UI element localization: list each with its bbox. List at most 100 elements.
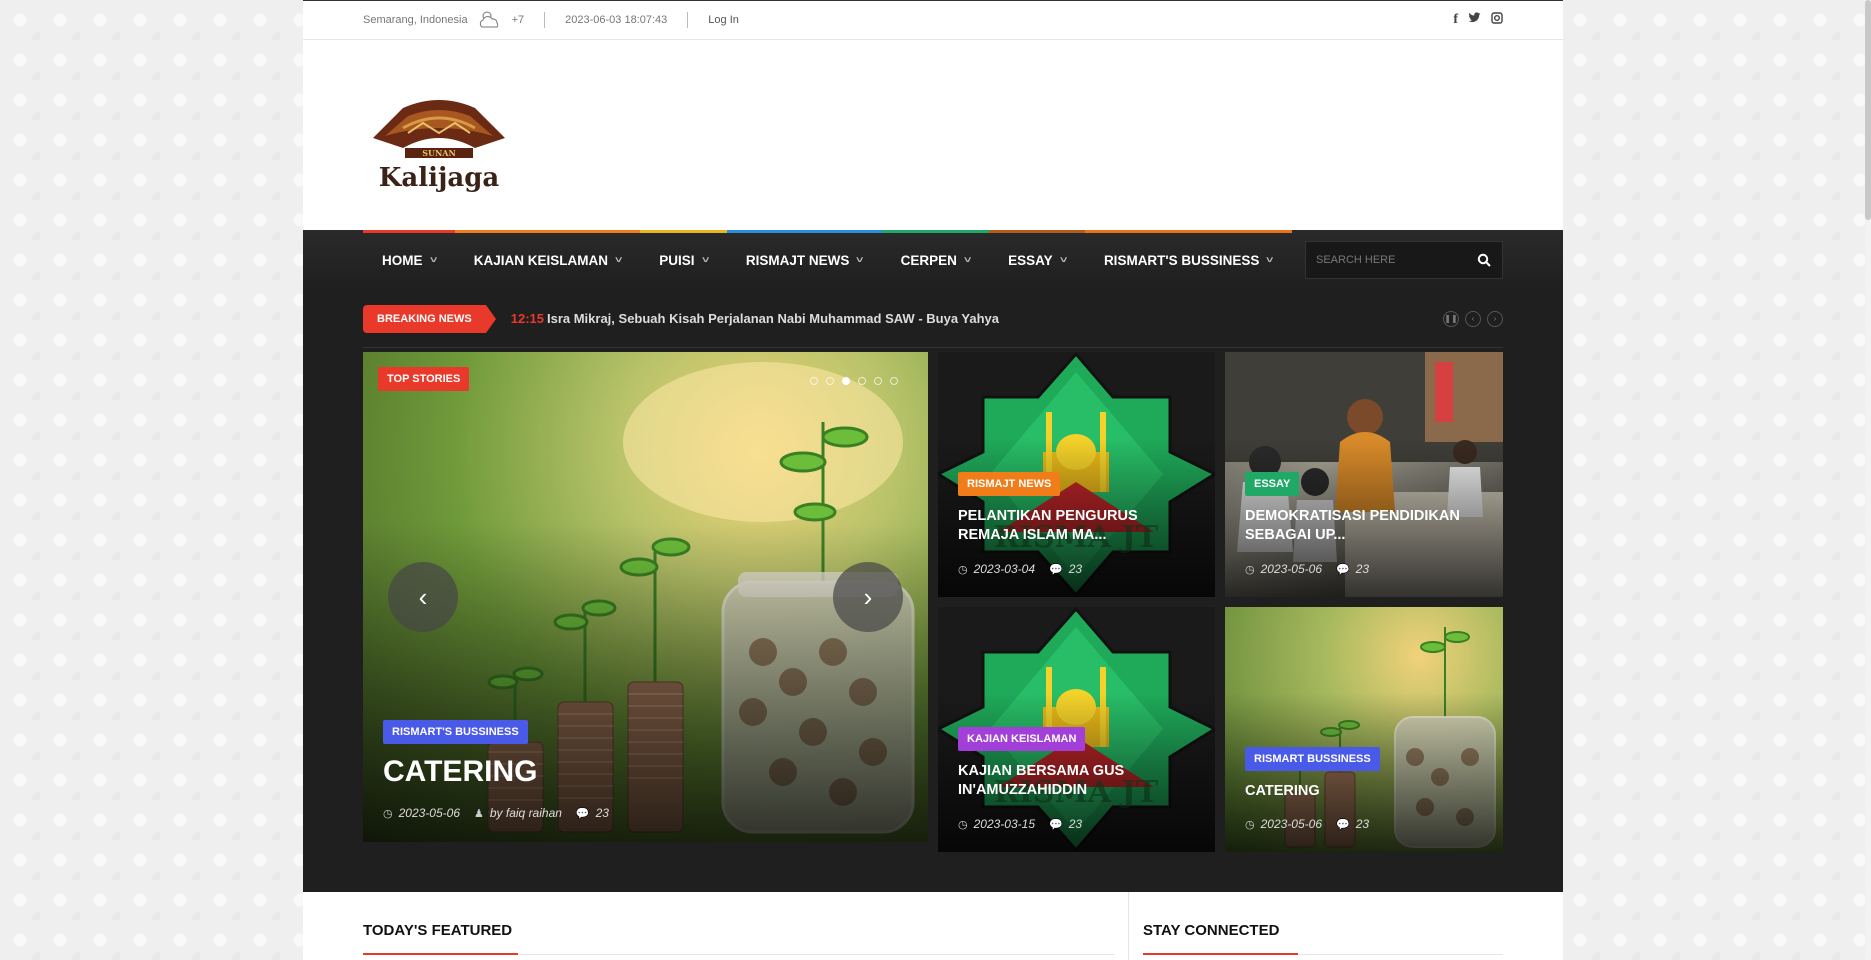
comments-icon: 💬	[1049, 818, 1063, 831]
search-icon[interactable]	[1477, 253, 1491, 267]
nav-item-label: RISMAJT NEWS	[745, 252, 850, 268]
top-stories-badge: TOP STORIES	[378, 367, 470, 391]
nav-item-kajian-keislaman[interactable]: KAJIAN KEISLAMAN ˅	[454, 230, 641, 290]
card-date: 2023-05-06	[1260, 562, 1322, 576]
instagram-icon[interactable]	[1491, 12, 1503, 24]
slider-title[interactable]: CATERING	[383, 752, 537, 791]
chevron-down-icon: ˅	[856, 255, 864, 265]
dark-section: HOME ˅ KAJIAN KEISLAMAN ˅ PUISI ˅ RISMAJT NEWS…	[303, 230, 1563, 892]
slider-dots	[810, 377, 898, 385]
slider-dot[interactable]	[874, 377, 882, 385]
logo-text: Kalijaga	[379, 163, 500, 193]
nav-item-cerpen[interactable]: CERPEN ˅	[881, 230, 990, 290]
login-link[interactable]: Log In	[708, 14, 739, 26]
chevron-down-icon: ˅	[701, 255, 709, 265]
news-card[interactable]: ESSAY DEMOKRATISASI PENDIDIKAN SEBAGAI U…	[1225, 352, 1503, 597]
clock-icon: ◷	[383, 807, 393, 820]
nav-item-rismajt-news[interactable]: RISMAJT NEWS ˅	[726, 230, 882, 290]
nav-item-label: PUISI	[659, 252, 695, 268]
stay-connected-heading: STAY CONNECTED	[1143, 922, 1280, 939]
card-comments[interactable]: 23	[1356, 562, 1369, 576]
slider-dot[interactable]	[890, 377, 898, 385]
breaking-news-headline[interactable]: Isra Mikraj, Sebuah Kisah Perjalanan Nab…	[547, 311, 999, 326]
news-card[interactable]: RISMART BUSSINESS CATERING ◷ 2023-05-06 …	[1225, 607, 1503, 852]
nav-item-rismart-s-bussiness[interactable]: RISMART'S BUSSINESS ˅	[1084, 230, 1292, 290]
clock-icon: ◷	[958, 563, 968, 576]
column-divider	[1128, 892, 1129, 960]
prev-icon[interactable]: ‹	[1465, 310, 1481, 327]
nav-item-label: KAJIAN KEISLAMAN	[473, 252, 609, 268]
card-title[interactable]: CATERING	[1245, 782, 1490, 801]
chevron-down-icon: ˅	[963, 255, 972, 265]
temperature-text: +7	[511, 14, 525, 26]
card-category-badge[interactable]: RISMAJT NEWS	[958, 472, 1061, 496]
datetime-text: 2023-06-03 18:07:43	[565, 14, 668, 26]
comments-icon: 💬	[1336, 563, 1350, 576]
facebook-icon[interactable]: f	[1453, 12, 1458, 28]
slider-comments[interactable]: 23	[596, 806, 609, 820]
slider-dot[interactable]	[810, 377, 818, 385]
logo-subtext: SUNAN	[422, 148, 456, 158]
pause-icon[interactable]: ❚❚	[1443, 310, 1459, 327]
card-comments[interactable]: 23	[1069, 817, 1082, 831]
clock-icon: ◷	[1245, 818, 1255, 831]
comments-icon: 💬	[1049, 563, 1063, 576]
nav-item-label: RISMART'S BUSSINESS	[1103, 252, 1260, 268]
card-category-badge[interactable]: ESSAY	[1245, 472, 1300, 496]
chevron-down-icon: ˅	[429, 255, 437, 265]
breaking-news-bar: BREAKING NEWS 12:15 Isra Mikraj, Sebuah …	[363, 290, 1503, 348]
featured-grid: TOP STORIES ‹ › RISMART'S BUSSINESS CATE…	[363, 352, 1503, 852]
todays-featured-heading: TODAY'S FEATURED	[363, 922, 513, 939]
chevron-down-icon: ˅	[614, 255, 623, 265]
heading-underline	[1143, 953, 1503, 955]
scrollbar-thumb[interactable]	[1865, 0, 1871, 220]
card-meta: ◷ 2023-03-04 💬 23	[958, 562, 1082, 576]
card-category-badge[interactable]: KAJIAN KEISLAMAN	[958, 727, 1086, 751]
slider-next-button[interactable]: ›	[833, 562, 903, 632]
site-header: SUNAN Kalijaga	[303, 40, 1563, 230]
divider	[687, 12, 689, 28]
search-input[interactable]	[1306, 254, 1466, 266]
ticker-controls: ❚❚ ‹ ›	[1443, 310, 1503, 327]
divider	[544, 12, 546, 28]
nav-item-essay[interactable]: ESSAY ˅	[989, 230, 1085, 290]
next-icon[interactable]: ›	[1487, 310, 1503, 327]
twitter-icon[interactable]	[1468, 12, 1481, 24]
slider-dot-active[interactable]	[842, 377, 850, 385]
comments-icon: 💬	[1336, 818, 1350, 831]
card-title[interactable]: KAJIAN BERSAMA GUS IN'AMUZZAHIDDIN	[958, 762, 1198, 800]
news-card[interactable]: RISMA JT RISMAJT NEWS PELANTIKAN PENGURU…	[938, 352, 1215, 597]
breaking-news-label: BREAKING NEWS	[363, 304, 496, 333]
card-date: 2023-03-15	[973, 817, 1035, 831]
top-bar: Semarang, Indonesia +7 2023-06-03 18:07:…	[303, 0, 1563, 40]
slider-category-badge[interactable]: RISMART'S BUSSINESS	[383, 720, 528, 744]
cloud-icon	[479, 11, 498, 28]
slider-meta: ◷ 2023-05-06 ♟ by faiq raihan 💬 23	[383, 806, 609, 820]
site-logo[interactable]: SUNAN Kalijaga	[363, 88, 515, 198]
card-meta: ◷ 2023-05-06 💬 23	[1245, 562, 1369, 576]
card-category-badge[interactable]: RISMART BUSSINESS	[1245, 747, 1380, 771]
card-title[interactable]: PELANTIKAN PENGURUS REMAJA ISLAM MA...	[958, 507, 1198, 545]
slider-dot[interactable]	[858, 377, 866, 385]
search-box[interactable]	[1305, 241, 1503, 279]
slider-dot[interactable]	[826, 377, 834, 385]
card-title[interactable]: DEMOKRATISASI PENDIDIKAN SEBAGAI UP...	[1245, 507, 1490, 545]
news-card[interactable]: RISMA JT KAJIAN KEISLAMAN KAJIAN BERSAMA…	[938, 607, 1215, 852]
slider-author[interactable]: by faiq raihan	[490, 806, 562, 820]
main-slider[interactable]: TOP STORIES ‹ › RISMART'S BUSSINESS CATE…	[363, 352, 928, 842]
card-comments[interactable]: 23	[1356, 817, 1369, 831]
heading-underline	[363, 953, 1115, 955]
nav-item-puisi[interactable]: PUISI ˅	[640, 230, 727, 290]
breaking-news-time: 12:15	[510, 311, 544, 326]
card-date: 2023-03-04	[973, 562, 1035, 576]
slider-date: 2023-05-06	[398, 806, 460, 820]
card-date: 2023-05-06	[1260, 817, 1322, 831]
chevron-down-icon: ˅	[1266, 255, 1274, 265]
slider-prev-button[interactable]: ‹	[388, 562, 458, 632]
clock-icon: ◷	[1245, 563, 1255, 576]
nav-item-label: ESSAY	[1008, 252, 1053, 268]
social-links: f	[1453, 12, 1503, 28]
nav-item-home[interactable]: HOME ˅	[363, 230, 455, 290]
page-scrollbar[interactable]	[1865, 0, 1871, 960]
card-comments[interactable]: 23	[1069, 562, 1082, 576]
